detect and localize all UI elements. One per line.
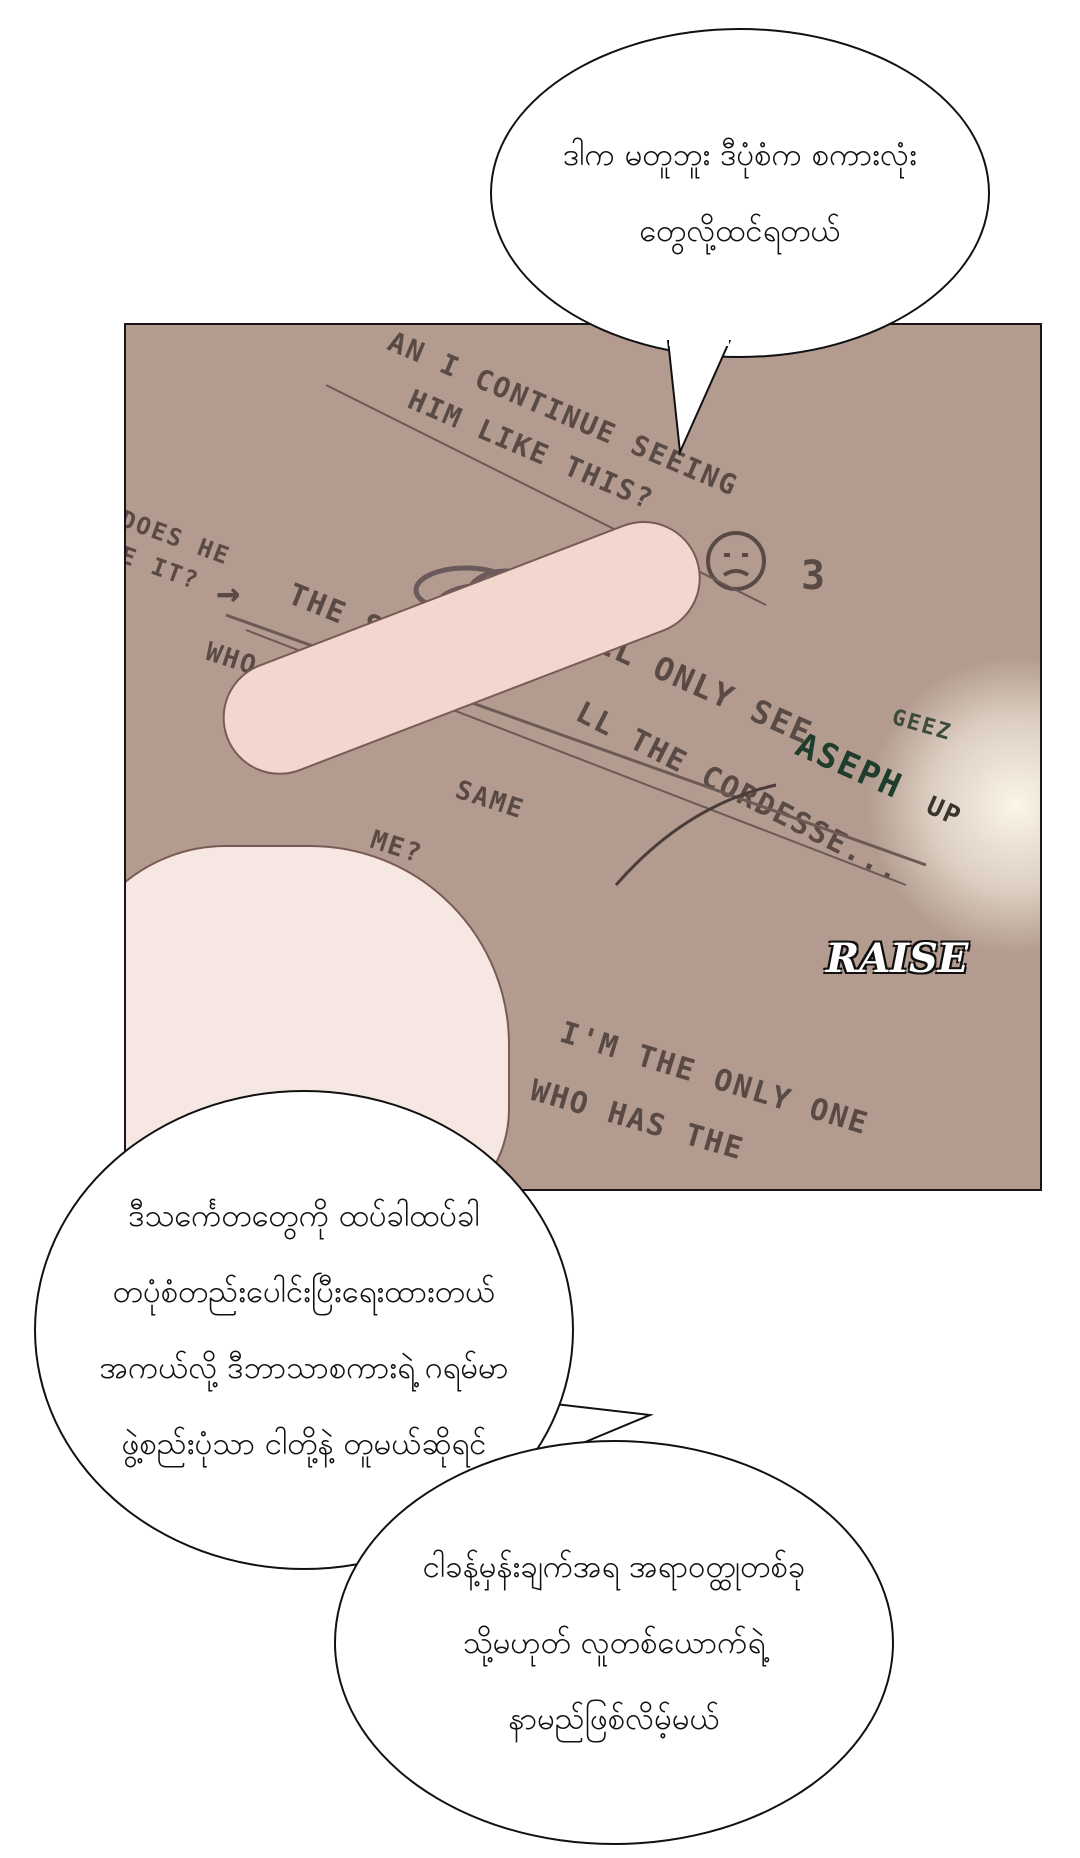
speech-bubble-top: ဒါက မတူဘူး ဒီပုံစံက စကားလုံး တွေလို့ထင်ရ… [490, 28, 990, 358]
bubble-bottom-line-1: ငါခန့်မှန်းချက်အရ အရာဝတ္ထုတစ်ခု [422, 1548, 806, 1585]
bubble-top-line-1: ဒါက မတူဘူး ဒီပုံစံက စကားလုံး [563, 137, 917, 173]
bubble-bottom-line-3: နာမည်ဖြစ်လိမ့်မယ် [508, 1700, 720, 1737]
comic-panel: AN I CONTINUE SEEING HIM LIKE THIS? 3 DO… [124, 323, 1042, 1191]
speech-bubble-bottom: ငါခန့်မှန်းချက်အရ အရာဝတ္ထုတစ်ခု သို့မဟုတ… [334, 1440, 894, 1845]
bubble-middle-line-2: တပုံစံတည်းပေါင်းပြီးရေးထားတယ် [112, 1274, 496, 1310]
bubble-top-line-2: တွေလို့ထင်ရတယ် [639, 213, 841, 249]
bubble-top-tail [666, 340, 732, 456]
bubble-bottom-line-2: သို့မဟုတ် လူတစ်ယောက်ရဲ့ [462, 1624, 766, 1661]
bubble-middle-line-4: ဖွဲ့စည်းပုံသာ ငါတို့နဲ့ တူမယ်ဆိုရင် [121, 1426, 487, 1462]
bubble-middle-line-1: ဒီသင်္ကေတတွေကို ထပ်ခါထပ်ခါ [128, 1198, 480, 1234]
bubble-middle-line-3: အကယ်လို့ ဒီဘာသာစကားရဲ့ ဂရမ်မာ [99, 1350, 509, 1386]
sfx-raise: RAISE [826, 935, 969, 982]
